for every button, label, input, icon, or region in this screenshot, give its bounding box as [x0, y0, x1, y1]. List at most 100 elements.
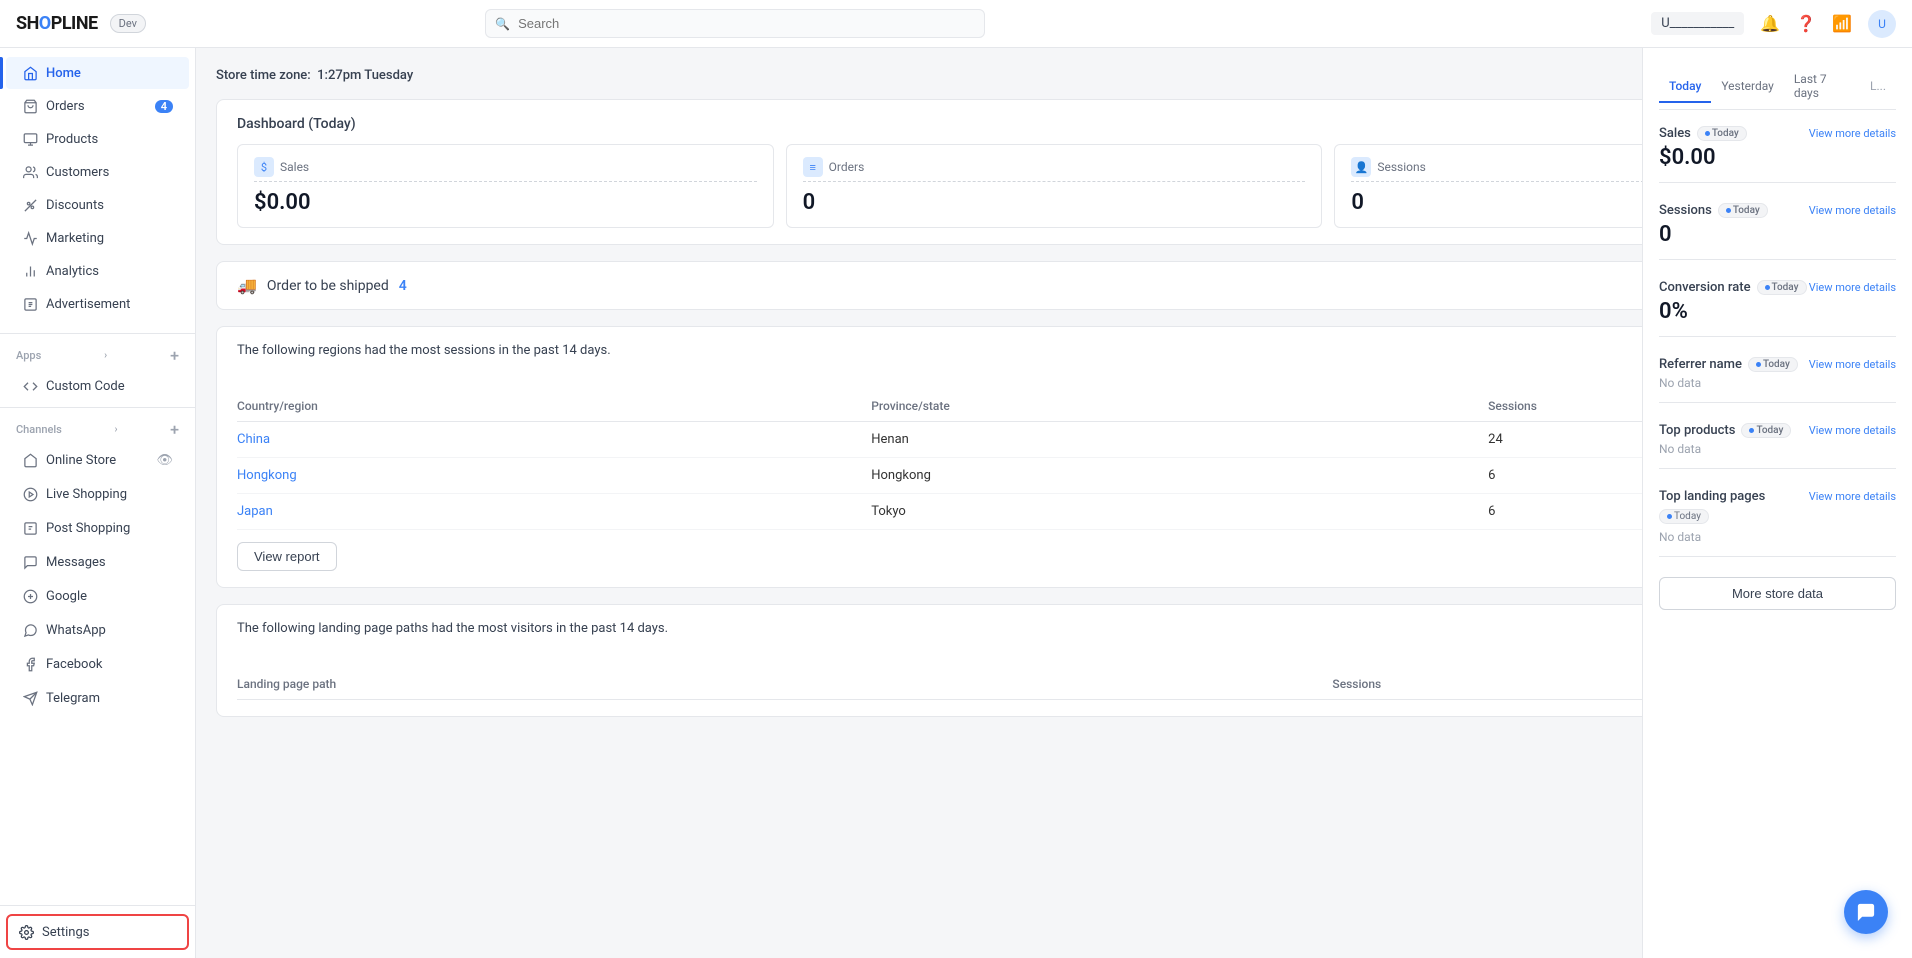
eye-icon: 👁	[156, 453, 173, 468]
stat-referrer: Referrer name Today View more details No…	[1659, 357, 1896, 403]
stat-top-products: Top products Today View more details No …	[1659, 423, 1896, 469]
wifi-icon: 📶	[1832, 14, 1852, 33]
cell-province: Henan	[871, 422, 1488, 458]
sidebar-label-customers: Customers	[46, 165, 109, 180]
facebook-icon	[22, 656, 38, 672]
sidebar-item-products[interactable]: Products	[6, 123, 189, 155]
sidebar-item-live-shopping[interactable]: Live Shopping	[6, 478, 189, 510]
sidebar-label-telegram: Telegram	[46, 691, 100, 706]
timezone-value: 1:27pm Tuesday	[317, 68, 413, 83]
topbar-right: U___________ 🔔 ❓ 📶 U	[1651, 10, 1896, 38]
help-icon[interactable]: ❓	[1796, 14, 1816, 33]
stat-top-products-no-data: No data	[1659, 442, 1896, 456]
sidebar-item-discounts[interactable]: Discounts	[6, 189, 189, 221]
stat-sessions-value: 0	[1659, 222, 1896, 247]
stat-sales-view-more[interactable]: View more details	[1809, 127, 1896, 140]
channels-chevron: ›	[114, 424, 117, 435]
apps-add-button[interactable]: +	[170, 346, 179, 365]
sessions-date-range: From 10-03 00:00 to 10-16 00:00	[237, 366, 1871, 379]
main-nav: Home Orders 4 Products Customers	[0, 48, 195, 329]
sidebar-label-orders: Orders	[46, 99, 85, 114]
col-landing-path: Landing page path	[237, 669, 1332, 700]
dashboard-card-header: Dashboard (Today) More real-time data	[217, 100, 1891, 144]
sidebar-label-post-shopping: Post Shopping	[46, 521, 130, 536]
topbar: SHOPLINE Dev 🔍 U___________ 🔔 ❓ 📶 U	[0, 0, 1912, 48]
sidebar-item-advertisement[interactable]: Advertisement	[6, 288, 189, 320]
table-row: China Henan 24	[237, 422, 1871, 458]
store-icon	[22, 452, 38, 468]
tab-last7[interactable]: Last 7 days	[1784, 64, 1856, 110]
stat-referrer-no-data: No data	[1659, 376, 1896, 390]
custom-code-icon	[22, 378, 38, 394]
sidebar-item-online-store[interactable]: Online Store 👁	[6, 444, 189, 476]
sidebar-item-whatsapp[interactable]: WhatsApp	[6, 614, 189, 646]
sidebar-item-orders[interactable]: Orders 4	[6, 90, 189, 122]
tab-today[interactable]: Today	[1659, 71, 1711, 103]
channels-add-button[interactable]: +	[170, 420, 179, 439]
stat-top-landing-name: Top landing pages	[1659, 489, 1765, 504]
dashboard-card: Dashboard (Today) More real-time data $ …	[216, 99, 1892, 245]
sidebar-item-home[interactable]: Home	[6, 57, 189, 89]
time-tabs: Today Yesterday Last 7 days L...	[1659, 64, 1896, 110]
sidebar-item-customers[interactable]: Customers	[6, 156, 189, 188]
google-icon	[22, 588, 38, 604]
user-name: U___________	[1651, 12, 1744, 35]
stat-sales-badge: Today	[1697, 126, 1747, 141]
right-panel: Today Yesterday Last 7 days L... Sales T…	[1642, 48, 1912, 958]
stat-top-landing-header: Top landing pages View more details	[1659, 489, 1896, 504]
stat-top-landing-no-data: No data	[1659, 530, 1896, 544]
metric-sales-value: $0.00	[254, 190, 757, 215]
sessions-metric-icon: 👤	[1351, 157, 1371, 177]
sidebar-item-google[interactable]: Google	[6, 580, 189, 612]
timezone-label: Store time zone:	[216, 68, 311, 83]
view-report-button[interactable]: View report	[237, 542, 337, 571]
sidebar-label-live-shopping: Live Shopping	[46, 487, 127, 502]
sidebar-item-analytics[interactable]: Analytics	[6, 255, 189, 287]
stat-top-landing-view-more[interactable]: View more details	[1809, 490, 1896, 503]
stat-top-products-header: Top products Today View more details	[1659, 423, 1896, 438]
landing-card-header: The following landing page paths had the…	[237, 621, 1871, 640]
advertisement-icon	[22, 296, 38, 312]
stat-conversion-name: Conversion rate Today	[1659, 280, 1807, 295]
table-row: Japan Tokyo 6	[237, 494, 1871, 530]
sidebar-item-marketing[interactable]: Marketing	[6, 222, 189, 254]
col-province: Province/state	[871, 391, 1488, 422]
stat-referrer-view-more[interactable]: View more details	[1809, 358, 1896, 371]
stat-sales-header: Sales Today View more details	[1659, 126, 1896, 141]
tab-yesterday[interactable]: Yesterday	[1711, 71, 1784, 103]
stat-conversion-view-more[interactable]: View more details	[1809, 281, 1896, 294]
ship-label: Order to be shipped	[267, 278, 389, 294]
ship-card[interactable]: 🚚 Order to be shipped 4 ›	[216, 261, 1892, 310]
timezone-bar: Store time zone: 1:27pm Tuesday	[216, 68, 1892, 83]
avatar[interactable]: U	[1868, 10, 1896, 38]
apps-chevron: ›	[104, 350, 107, 361]
sidebar-item-custom-code[interactable]: Custom Code	[6, 370, 189, 402]
stat-conversion-divider	[1659, 336, 1896, 337]
stat-referrer-badge: Today	[1748, 357, 1798, 372]
metrics-row: $ Sales $0.00 ≡ Orders 0 👤 Sessions 0	[217, 144, 1891, 244]
sidebar-item-post-shopping[interactable]: Post Shopping	[6, 512, 189, 544]
stat-top-products-view-more[interactable]: View more details	[1809, 424, 1896, 437]
sidebar-item-messages[interactable]: Messages	[6, 546, 189, 578]
sidebar-item-telegram[interactable]: Telegram	[6, 682, 189, 714]
bell-icon[interactable]: 🔔	[1760, 14, 1780, 33]
settings-item[interactable]: Settings	[6, 914, 189, 950]
col-country: Country/region	[237, 391, 871, 422]
sidebar-label-marketing: Marketing	[46, 231, 104, 246]
cell-province: Hongkong	[871, 458, 1488, 494]
products-icon	[22, 131, 38, 147]
stat-sessions-view-more[interactable]: View more details	[1809, 204, 1896, 217]
sidebar-label-whatsapp: WhatsApp	[46, 623, 106, 638]
stat-sessions-divider	[1659, 259, 1896, 260]
sidebar-label-home: Home	[46, 66, 81, 81]
sidebar-item-facebook[interactable]: Facebook	[6, 648, 189, 680]
metric-sales-label: $ Sales	[254, 157, 757, 182]
messages-icon	[22, 554, 38, 570]
more-store-data-button[interactable]: More store data	[1659, 577, 1896, 610]
orders-badge: 4	[155, 100, 173, 113]
tab-more[interactable]: L...	[1860, 71, 1896, 103]
stat-conversion: Conversion rate Today View more details …	[1659, 280, 1896, 337]
chat-fab-button[interactable]	[1844, 890, 1888, 934]
ship-count: 4	[399, 278, 407, 294]
search-input[interactable]	[485, 9, 985, 38]
